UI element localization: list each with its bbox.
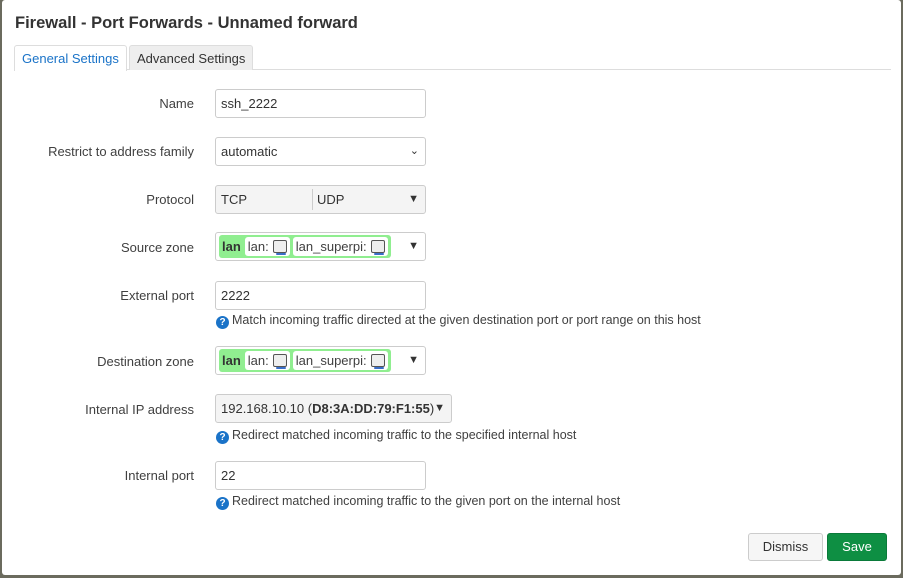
dest-zone-select[interactable]: lan lan: lan_superpi: ▼ [215,346,426,375]
port-forward-dialog: Firewall - Port Forwards - Unnamed forwa… [2,0,901,575]
network-lan-superpi: lan_superpi: [295,353,367,368]
dest-zone-label: Destination zone [97,354,194,369]
dropdown-arrow-icon: ▼ [408,193,419,205]
family-value: automatic [221,144,278,159]
tab-bar: General Settings Advanced Settings [14,45,891,71]
dropdown-arrow-icon: ▼ [434,402,445,414]
protocol-select[interactable]: TCP UDP ▼ [215,185,426,214]
network-icon [272,240,287,255]
protocol-label: Protocol [146,192,194,207]
internal-ip-label: Internal IP address [85,402,194,417]
family-label: Restrict to address family [48,144,194,159]
network-lan: lan: [247,353,269,368]
network-lan-superpi: lan_superpi: [295,239,367,254]
mac-value: D8:3A:DD:79:F1:55 [312,401,430,416]
dropdown-arrow-icon: ▼ [408,354,419,366]
internal-ip-help: ? Redirect matched incoming traffic to th… [216,428,576,444]
help-icon: ? [216,316,229,329]
dropdown-arrow-icon: ▼ [408,240,419,252]
dismiss-button[interactable]: Dismiss [748,533,823,561]
internal-port-input[interactable]: 22 [215,461,426,490]
network-icon [370,354,385,369]
external-port-label: External port [120,288,194,303]
tab-general-settings[interactable]: General Settings [14,45,127,71]
protocol-udp[interactable]: UDP [317,186,344,213]
ip-value: 192.168.10.10 [221,401,305,416]
help-icon: ? [216,431,229,444]
source-zone-label: Source zone [121,240,194,255]
internal-port-help: ? Redirect matched incoming traffic to th… [216,494,620,510]
dialog-title: Firewall - Port Forwards - Unnamed forwa… [15,14,358,32]
help-icon: ? [216,497,229,510]
network-icon [272,354,287,369]
external-port-help: ? Match incoming traffic directed at the … [216,313,701,329]
save-button[interactable]: Save [827,533,887,561]
internal-ip-select[interactable]: 192.168.10.10 (D8:3A:DD:79:F1:55) ▼ [215,394,452,423]
internal-port-label: Internal port [124,468,194,483]
network-lan: lan: [247,239,269,254]
name-label: Name [159,96,194,111]
chevron-down-icon: ⌄ [409,145,419,157]
network-icon [370,240,385,255]
source-zone-select[interactable]: lan lan: lan_superpi: ▼ [215,232,426,261]
name-input[interactable]: ssh_2222 [215,89,426,118]
external-port-input[interactable]: 2222 [215,281,426,310]
tab-advanced-settings[interactable]: Advanced Settings [129,45,254,70]
zone-name: lan [222,239,241,254]
zone-name: lan [222,353,241,368]
family-select[interactable]: automatic ⌄ [215,137,426,166]
protocol-tcp[interactable]: TCP [221,186,247,213]
